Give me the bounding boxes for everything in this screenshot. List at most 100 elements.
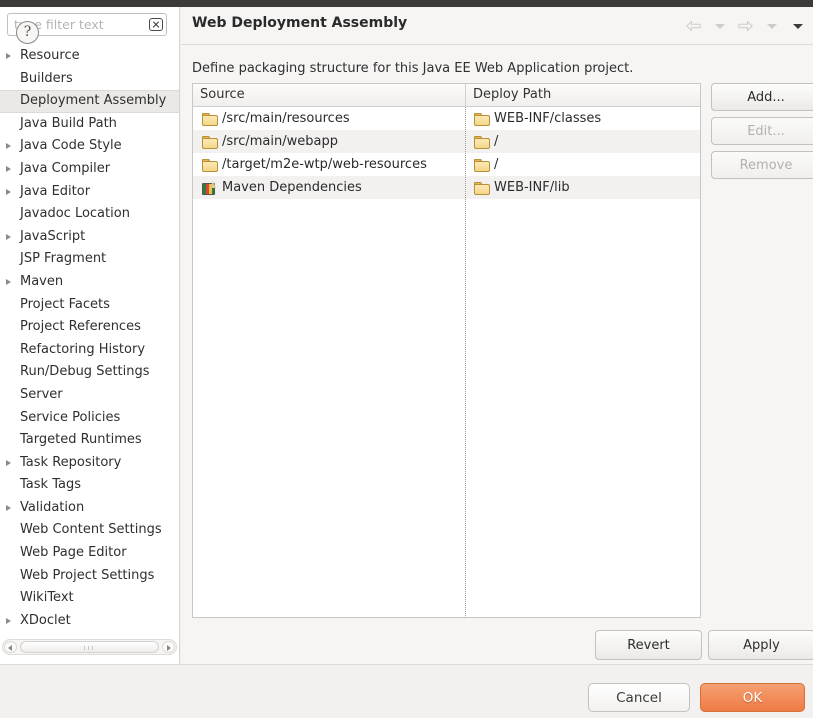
sidebar-item-project-references[interactable]: Project References: [0, 316, 179, 339]
clear-icon[interactable]: [149, 18, 163, 31]
revert-button[interactable]: Revert: [595, 630, 702, 660]
cell-source-label: /src/main/resources: [222, 111, 350, 126]
sidebar-item-label: Maven: [20, 274, 63, 289]
forward-arrow-icon[interactable]: [736, 18, 756, 34]
folder-icon: [474, 158, 489, 171]
sidebar-item-label: Web Page Editor: [20, 545, 127, 560]
scrollbar-thumb[interactable]: [20, 641, 159, 653]
sidebar-item-javascript[interactable]: JavaScript: [0, 226, 179, 249]
settings-tree[interactable]: ResourceBuildersDeployment AssemblyJava …: [0, 45, 179, 645]
sidebar-item-javadoc-location[interactable]: Javadoc Location: [0, 203, 179, 226]
sidebar-item-label: Validation: [20, 500, 84, 515]
table-row[interactable]: /src/main/webapp/: [193, 130, 700, 153]
sidebar-item-label: Run/Debug Settings: [20, 364, 150, 379]
table-row[interactable]: /target/m2e-wtp/web-resources /: [193, 153, 700, 176]
sidebar-item-web-project-settings[interactable]: Web Project Settings: [0, 565, 179, 588]
expand-arrow-icon[interactable]: [6, 460, 11, 466]
table-row[interactable]: /src/main/resources WEB-INF/classes: [193, 107, 700, 130]
sidebar-item-deployment-assembly[interactable]: Deployment Assembly: [0, 90, 179, 113]
table-header: Source Deploy Path: [193, 84, 700, 107]
sidebar-item-label: Builders: [20, 71, 73, 86]
sidebar-item-resource[interactable]: Resource: [0, 45, 179, 68]
sidebar-item-wikitext[interactable]: WikiText: [0, 587, 179, 610]
sidebar-item-run-debug-settings[interactable]: Run/Debug Settings: [0, 361, 179, 384]
expand-arrow-icon[interactable]: [6, 166, 11, 172]
settings-page: Web Deployment Assembly: [181, 7, 813, 664]
sidebar-item-label: Java Editor: [20, 184, 90, 199]
sidebar-item-refactoring-history[interactable]: Refactoring History: [0, 339, 179, 362]
expand-arrow-icon[interactable]: [6, 234, 11, 240]
sidebar-item-label: Project References: [20, 319, 141, 334]
sidebar-item-label: XDoclet: [20, 613, 71, 628]
sidebar-item-service-policies[interactable]: Service Policies: [0, 407, 179, 430]
cell-deploy-path: WEB-INF/classes: [465, 107, 702, 130]
folder-icon: [202, 158, 217, 171]
sidebar-item-label: Web Project Settings: [20, 568, 154, 583]
help-icon[interactable]: ?: [16, 21, 39, 44]
sidebar-item-java-editor[interactable]: Java Editor: [0, 181, 179, 204]
sidebar-item-java-code-style[interactable]: Java Code Style: [0, 135, 179, 158]
cell-source: /target/m2e-wtp/web-resources: [193, 153, 465, 176]
remove-button: Remove: [711, 151, 813, 179]
sidebar-item-maven[interactable]: Maven: [0, 271, 179, 294]
dialog-footer: [0, 664, 813, 718]
page-nav-icons: [684, 18, 808, 34]
sidebar-item-label: Javadoc Location: [20, 206, 130, 221]
column-header-deploy-path[interactable]: Deploy Path: [465, 84, 702, 106]
expand-arrow-icon[interactable]: [6, 279, 11, 285]
scroll-right-icon[interactable]: [162, 641, 175, 653]
page-header: Web Deployment Assembly: [181, 7, 813, 45]
view-menu-icon[interactable]: [788, 18, 808, 34]
column-header-source[interactable]: Source: [193, 84, 465, 106]
sidebar-item-label: Web Content Settings: [20, 522, 162, 537]
sidebar-item-web-page-editor[interactable]: Web Page Editor: [0, 542, 179, 565]
deployment-assembly-table[interactable]: Source Deploy Path /src/main/resources WE…: [192, 83, 701, 618]
sidebar-item-label: JavaScript: [20, 229, 85, 244]
sidebar-item-web-content-settings[interactable]: Web Content Settings: [0, 519, 179, 542]
folder-icon: [474, 181, 489, 194]
sidebar-item-label: WikiText: [20, 590, 74, 605]
sidebar-item-java-build-path[interactable]: Java Build Path: [0, 113, 179, 136]
folder-icon: [474, 112, 489, 125]
sidebar-item-task-tags[interactable]: Task Tags: [0, 474, 179, 497]
apply-button[interactable]: Apply: [708, 630, 813, 660]
cell-deploy-path-label: /: [494, 134, 498, 149]
forward-dropdown-icon[interactable]: [762, 18, 782, 34]
scroll-left-icon[interactable]: [4, 641, 17, 653]
cell-source: Maven Dependencies: [193, 176, 465, 199]
sidebar-item-validation[interactable]: Validation: [0, 497, 179, 520]
sidebar-item-label: Project Facets: [20, 297, 110, 312]
sidebar-item-label: Java Compiler: [20, 161, 110, 176]
column-resize-divider[interactable]: [465, 107, 466, 619]
add-button[interactable]: Add...: [711, 83, 813, 111]
sidebar-item-server[interactable]: Server: [0, 384, 179, 407]
cell-deploy-path: /: [465, 130, 702, 153]
sidebar-item-task-repository[interactable]: Task Repository: [0, 452, 179, 475]
properties-dialog: ResourceBuildersDeployment AssemblyJava …: [0, 7, 813, 718]
folder-icon: [474, 135, 489, 148]
cancel-button[interactable]: Cancel: [588, 683, 690, 712]
sidebar-item-jsp-fragment[interactable]: JSP Fragment: [0, 248, 179, 271]
sidebar-item-label: Resource: [20, 48, 80, 63]
expand-arrow-icon[interactable]: [6, 53, 11, 59]
cell-deploy-path-label: /: [494, 157, 498, 172]
sidebar-item-xdoclet[interactable]: XDoclet: [0, 610, 179, 633]
sidebar-item-java-compiler[interactable]: Java Compiler: [0, 158, 179, 181]
expand-arrow-icon[interactable]: [6, 505, 11, 511]
expand-arrow-icon[interactable]: [6, 189, 11, 195]
expand-arrow-icon[interactable]: [6, 618, 11, 624]
back-arrow-icon[interactable]: [684, 18, 704, 34]
sidebar-item-project-facets[interactable]: Project Facets: [0, 294, 179, 317]
table-row[interactable]: Maven DependenciesWEB-INF/lib: [193, 176, 700, 199]
sidebar-item-builders[interactable]: Builders: [0, 68, 179, 91]
back-dropdown-icon[interactable]: [710, 18, 730, 34]
page-title: Web Deployment Assembly: [192, 15, 407, 31]
expand-arrow-icon[interactable]: [6, 143, 11, 149]
cell-deploy-path: WEB-INF/lib: [465, 176, 702, 199]
ok-button[interactable]: OK: [700, 683, 805, 712]
sidebar-horizontal-scrollbar[interactable]: [2, 639, 177, 655]
sidebar-item-label: Java Code Style: [20, 138, 122, 153]
sidebar-item-targeted-runtimes[interactable]: Targeted Runtimes: [0, 429, 179, 452]
window-titlebar-strip: [0, 0, 813, 7]
library-icon: [202, 181, 217, 194]
